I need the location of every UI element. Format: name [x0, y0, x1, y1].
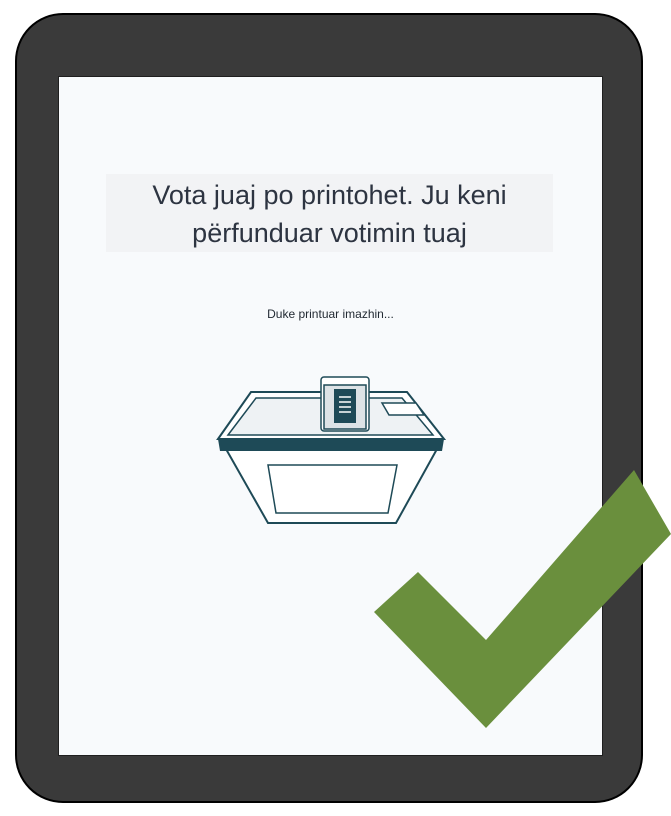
checkmark-icon: [374, 470, 671, 728]
page-title: Vota juaj po printohet. Ju keni përfundu…: [106, 174, 553, 252]
title-line-1: Vota juaj po printohet. Ju keni: [152, 180, 507, 210]
title-line-2: përfunduar votimin tuaj: [192, 218, 467, 248]
printing-status: Duke printuar imazhin...: [267, 307, 394, 321]
